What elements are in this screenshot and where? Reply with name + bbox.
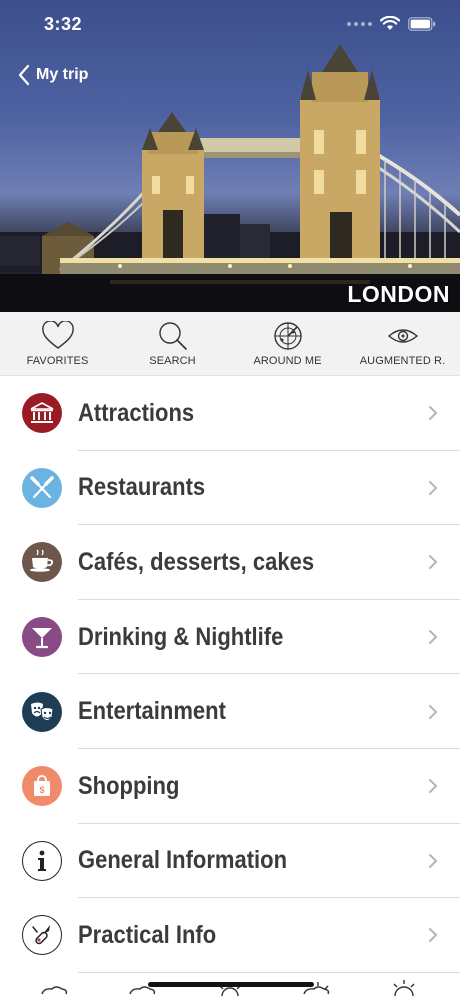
tower-bridge-photo bbox=[0, 44, 460, 312]
chevron-right-icon bbox=[429, 853, 438, 868]
radar-icon bbox=[273, 322, 302, 350]
augmented-reality-label: AUGMENTED R. bbox=[359, 355, 446, 367]
chevron-right-icon bbox=[429, 406, 438, 421]
chevron-left-icon bbox=[18, 64, 30, 86]
magnifier-icon bbox=[158, 322, 187, 350]
category-label: General Information bbox=[78, 846, 288, 875]
heart-icon bbox=[41, 321, 74, 349]
info-icon bbox=[22, 840, 62, 881]
around-me-button[interactable]: AROUND ME bbox=[230, 312, 345, 375]
theater-masks-icon bbox=[22, 691, 62, 732]
category-label: Attractions bbox=[78, 398, 195, 427]
fork-knife-icon bbox=[22, 467, 62, 508]
around-me-label: AROUND ME bbox=[253, 355, 322, 367]
chevron-right-icon bbox=[429, 779, 438, 794]
search-button[interactable]: SEARCH bbox=[115, 312, 230, 375]
category-restaurants[interactable]: Restaurants bbox=[0, 451, 460, 526]
category-list: Attractions Restaurants Cafés, desserts,… bbox=[0, 376, 460, 973]
chevron-right-icon bbox=[429, 555, 438, 570]
status-indicators bbox=[347, 16, 436, 31]
chevron-right-icon bbox=[429, 630, 438, 645]
cellular-signal-icon bbox=[347, 21, 372, 26]
pocket-knife-icon bbox=[22, 915, 62, 956]
hero-banner: 3:32 My trip LONDON bbox=[0, 0, 460, 312]
cocktail-icon bbox=[22, 617, 62, 658]
quick-actions-bar: FAVORITES SEARCH AROUND ME AUGMENTED R. bbox=[0, 312, 460, 376]
city-title: LONDON bbox=[347, 281, 450, 307]
category-entertainment[interactable]: Entertainment bbox=[0, 674, 460, 749]
coffee-cup-icon bbox=[22, 542, 62, 583]
category-drinking-nightlife[interactable]: Drinking & Nightlife bbox=[0, 600, 460, 675]
category-label: Drinking & Nightlife bbox=[78, 622, 284, 651]
status-time: 3:32 bbox=[44, 14, 83, 34]
chevron-right-icon bbox=[429, 928, 438, 943]
category-label: Shopping bbox=[78, 771, 180, 800]
category-general-information[interactable]: General Information bbox=[0, 824, 460, 899]
svg-text:$: $ bbox=[39, 785, 44, 795]
category-label: Practical Info bbox=[78, 920, 217, 949]
museum-icon bbox=[22, 393, 62, 434]
chevron-right-icon bbox=[429, 704, 438, 719]
back-button[interactable]: My trip bbox=[18, 64, 88, 86]
augmented-reality-button[interactable]: AUGMENTED R. bbox=[345, 312, 460, 375]
search-label: SEARCH bbox=[149, 355, 196, 367]
row-divider bbox=[78, 971, 460, 973]
category-label: Entertainment bbox=[78, 697, 226, 726]
category-practical-info[interactable]: Practical Info bbox=[0, 898, 460, 973]
category-cafes[interactable]: Cafés, desserts, cakes bbox=[0, 525, 460, 600]
category-label: Restaurants bbox=[78, 473, 206, 502]
favorites-button[interactable]: FAVORITES bbox=[0, 312, 115, 375]
home-indicator[interactable] bbox=[148, 982, 314, 987]
battery-icon bbox=[408, 16, 436, 31]
category-attractions[interactable]: Attractions bbox=[0, 376, 460, 451]
category-label: Cafés, desserts, cakes bbox=[78, 547, 315, 576]
chevron-right-icon bbox=[429, 480, 438, 495]
favorites-label: FAVORITES bbox=[26, 355, 89, 367]
back-button-label: My trip bbox=[36, 66, 89, 83]
wifi-icon bbox=[380, 16, 400, 30]
shopping-bag-icon: $ bbox=[22, 766, 62, 807]
category-shopping[interactable]: $ Shopping bbox=[0, 749, 460, 824]
eye-icon bbox=[387, 329, 418, 343]
